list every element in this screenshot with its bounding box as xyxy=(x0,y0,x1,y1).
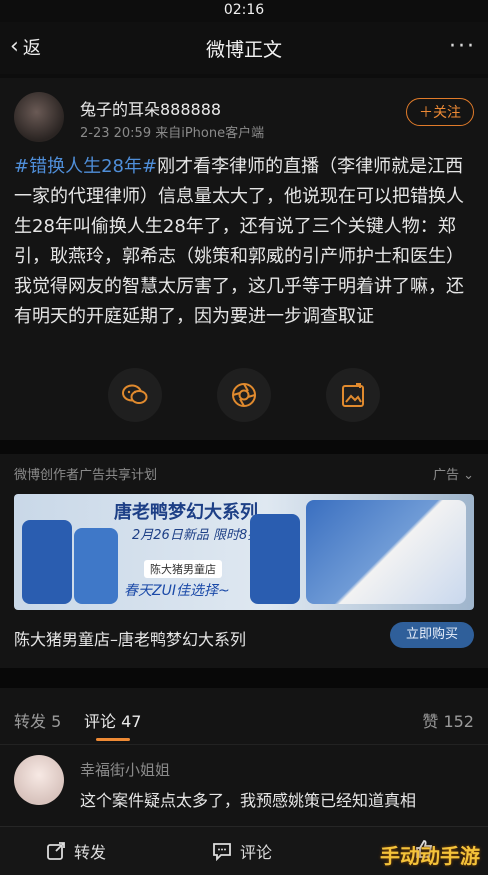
kid-figure-2 xyxy=(74,528,118,604)
kid-figure-3 xyxy=(250,514,300,604)
post-text: 刚才看李律师的直播（李律师就是江西一家的代理律师）信息量太大了，他说现在可以把错… xyxy=(14,156,464,327)
kid-figure-1 xyxy=(22,520,72,604)
buy-now-button[interactable]: 立即购买 xyxy=(390,622,474,648)
repost-label: 转发 xyxy=(74,843,107,862)
banner-shop-label: 陈大猪男童店 xyxy=(144,560,222,578)
repost-icon xyxy=(47,842,65,860)
wechat-icon xyxy=(122,384,148,404)
share-image-button[interactable] xyxy=(326,368,380,422)
comment-text: 这个案件疑点太多了，我预感姚策已经知道真相 xyxy=(80,791,417,810)
interaction-tabs: 转发 5 评论 47 赞 152 xyxy=(0,688,488,744)
status-bar: 02:16 xyxy=(0,0,488,22)
moments-icon xyxy=(232,383,256,407)
image-share-icon xyxy=(342,383,364,407)
divider xyxy=(0,440,488,454)
follow-button[interactable]: ＋关注 xyxy=(406,98,474,126)
banner-slogan: 春天ZUI佳选择~ xyxy=(124,583,230,599)
post-card: 兔子的耳朵888888 2-23 20:59 来自iPhone客户端 ＋关注 #… xyxy=(0,78,488,440)
ad-label[interactable]: 广告 ⌄ xyxy=(433,464,474,483)
ad-card[interactable]: 微博创作者广告共享计划 广告 ⌄ 唐老鸭梦幻大系列 2月26日新品 限时8折 陈… xyxy=(0,454,488,668)
active-tab-indicator xyxy=(96,738,130,741)
share-moments-button[interactable] xyxy=(217,368,271,422)
comment-button[interactable]: 评论 xyxy=(212,839,272,863)
post-meta: 2-23 20:59 来自iPhone客户端 xyxy=(80,126,265,141)
donald-duck-clothing xyxy=(306,500,466,604)
post-content: #错换人生28年#刚才看李律师的直播（李律师就是江西一家的代理律师）信息量太大了… xyxy=(14,152,476,332)
avatar[interactable] xyxy=(14,92,64,142)
comment-username[interactable]: 幸福街小姐姐 xyxy=(80,759,170,780)
watermark-logo: 手动动手游 xyxy=(380,844,480,868)
avatar[interactable] xyxy=(14,755,64,805)
ad-title[interactable]: 陈大猪男童店–唐老鸭梦幻大系列 xyxy=(14,626,246,650)
banner-subtitle: 2月26日新品 限时8折 xyxy=(132,528,261,543)
bottom-action-bar: 转发 评论 手动动手游 xyxy=(0,826,488,875)
comment-icon xyxy=(213,843,231,861)
share-wechat-button[interactable] xyxy=(108,368,162,422)
banner-title: 唐老鸭梦幻大系列 xyxy=(114,502,258,523)
more-menu-button[interactable]: ··· xyxy=(449,34,476,59)
tab-comment[interactable]: 评论 47 xyxy=(84,708,141,732)
ad-banner-image[interactable]: 唐老鸭梦幻大系列 2月26日新品 限时8折 陈大猪男童店 春天ZUI佳选择~ xyxy=(14,494,474,610)
post-username[interactable]: 兔子的耳朵888888 xyxy=(80,96,221,120)
page-title: 微博正文 xyxy=(205,39,282,61)
divider xyxy=(0,668,488,688)
tab-repost[interactable]: 转发 5 xyxy=(14,708,61,732)
comment-label: 评论 xyxy=(240,843,273,862)
comment-item[interactable]: 幸福街小姐姐 这个案件疑点太多了，我预感姚策已经知道真相 xyxy=(0,744,488,833)
hashtag-link[interactable]: #错换人生28年# xyxy=(14,156,157,177)
nav-bar: ‹ 返 微博正文 ··· xyxy=(0,22,488,74)
ad-header: 微博创作者广告共享计划 xyxy=(14,468,158,483)
repost-button[interactable]: 转发 xyxy=(46,839,106,863)
status-time: 02:16 xyxy=(223,2,265,18)
tab-like[interactable]: 赞 152 xyxy=(422,708,474,732)
